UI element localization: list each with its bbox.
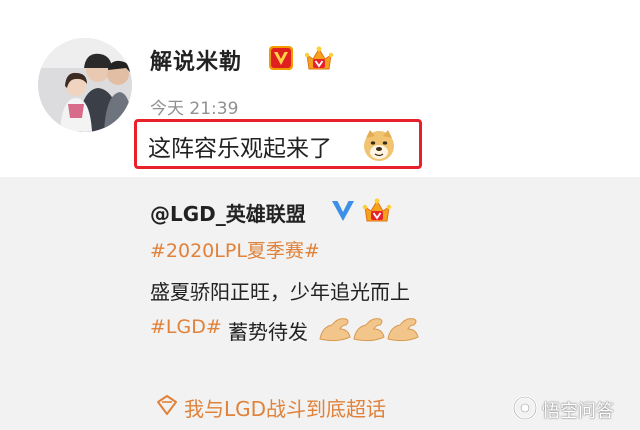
verified-v-icon — [269, 46, 293, 70]
weibo-post: 解说米勒 今天 21:39 这阵容乐观起来了 @LGD_英雄联盟 #2020LP… — [0, 0, 640, 430]
super-topic-icon — [157, 395, 177, 415]
watermark: 悟空问答 — [512, 395, 632, 423]
wukong-logo-icon — [512, 395, 538, 421]
username[interactable]: 解说米勒 — [150, 44, 242, 76]
avatar[interactable] — [38, 38, 132, 132]
post-text: 这阵容乐观起来了 — [148, 136, 332, 162]
verified-v-icon — [332, 201, 354, 221]
repost-author[interactable]: @LGD_英雄联盟 — [150, 198, 306, 227]
vip-crown-icon — [304, 46, 334, 70]
doge-emoji-icon — [364, 130, 394, 161]
hashtag-link[interactable]: #2020LPL夏季赛# — [150, 236, 320, 263]
flexed-biceps-emoji-icon — [319, 318, 419, 342]
repost-text-line: 盛夏骄阳正旺，少年追光而上 — [150, 280, 410, 304]
hashtag-link[interactable]: #LGD# — [150, 316, 222, 338]
watermark-text: 悟空问答 — [542, 401, 614, 422]
post-timestamp: 今天 21:39 — [150, 99, 239, 119]
repost-text-line: 蓄势待发 — [228, 320, 308, 344]
vip-crown-icon — [362, 198, 392, 222]
super-topic-link[interactable]: 我与LGD战斗到底超话 — [184, 393, 386, 422]
